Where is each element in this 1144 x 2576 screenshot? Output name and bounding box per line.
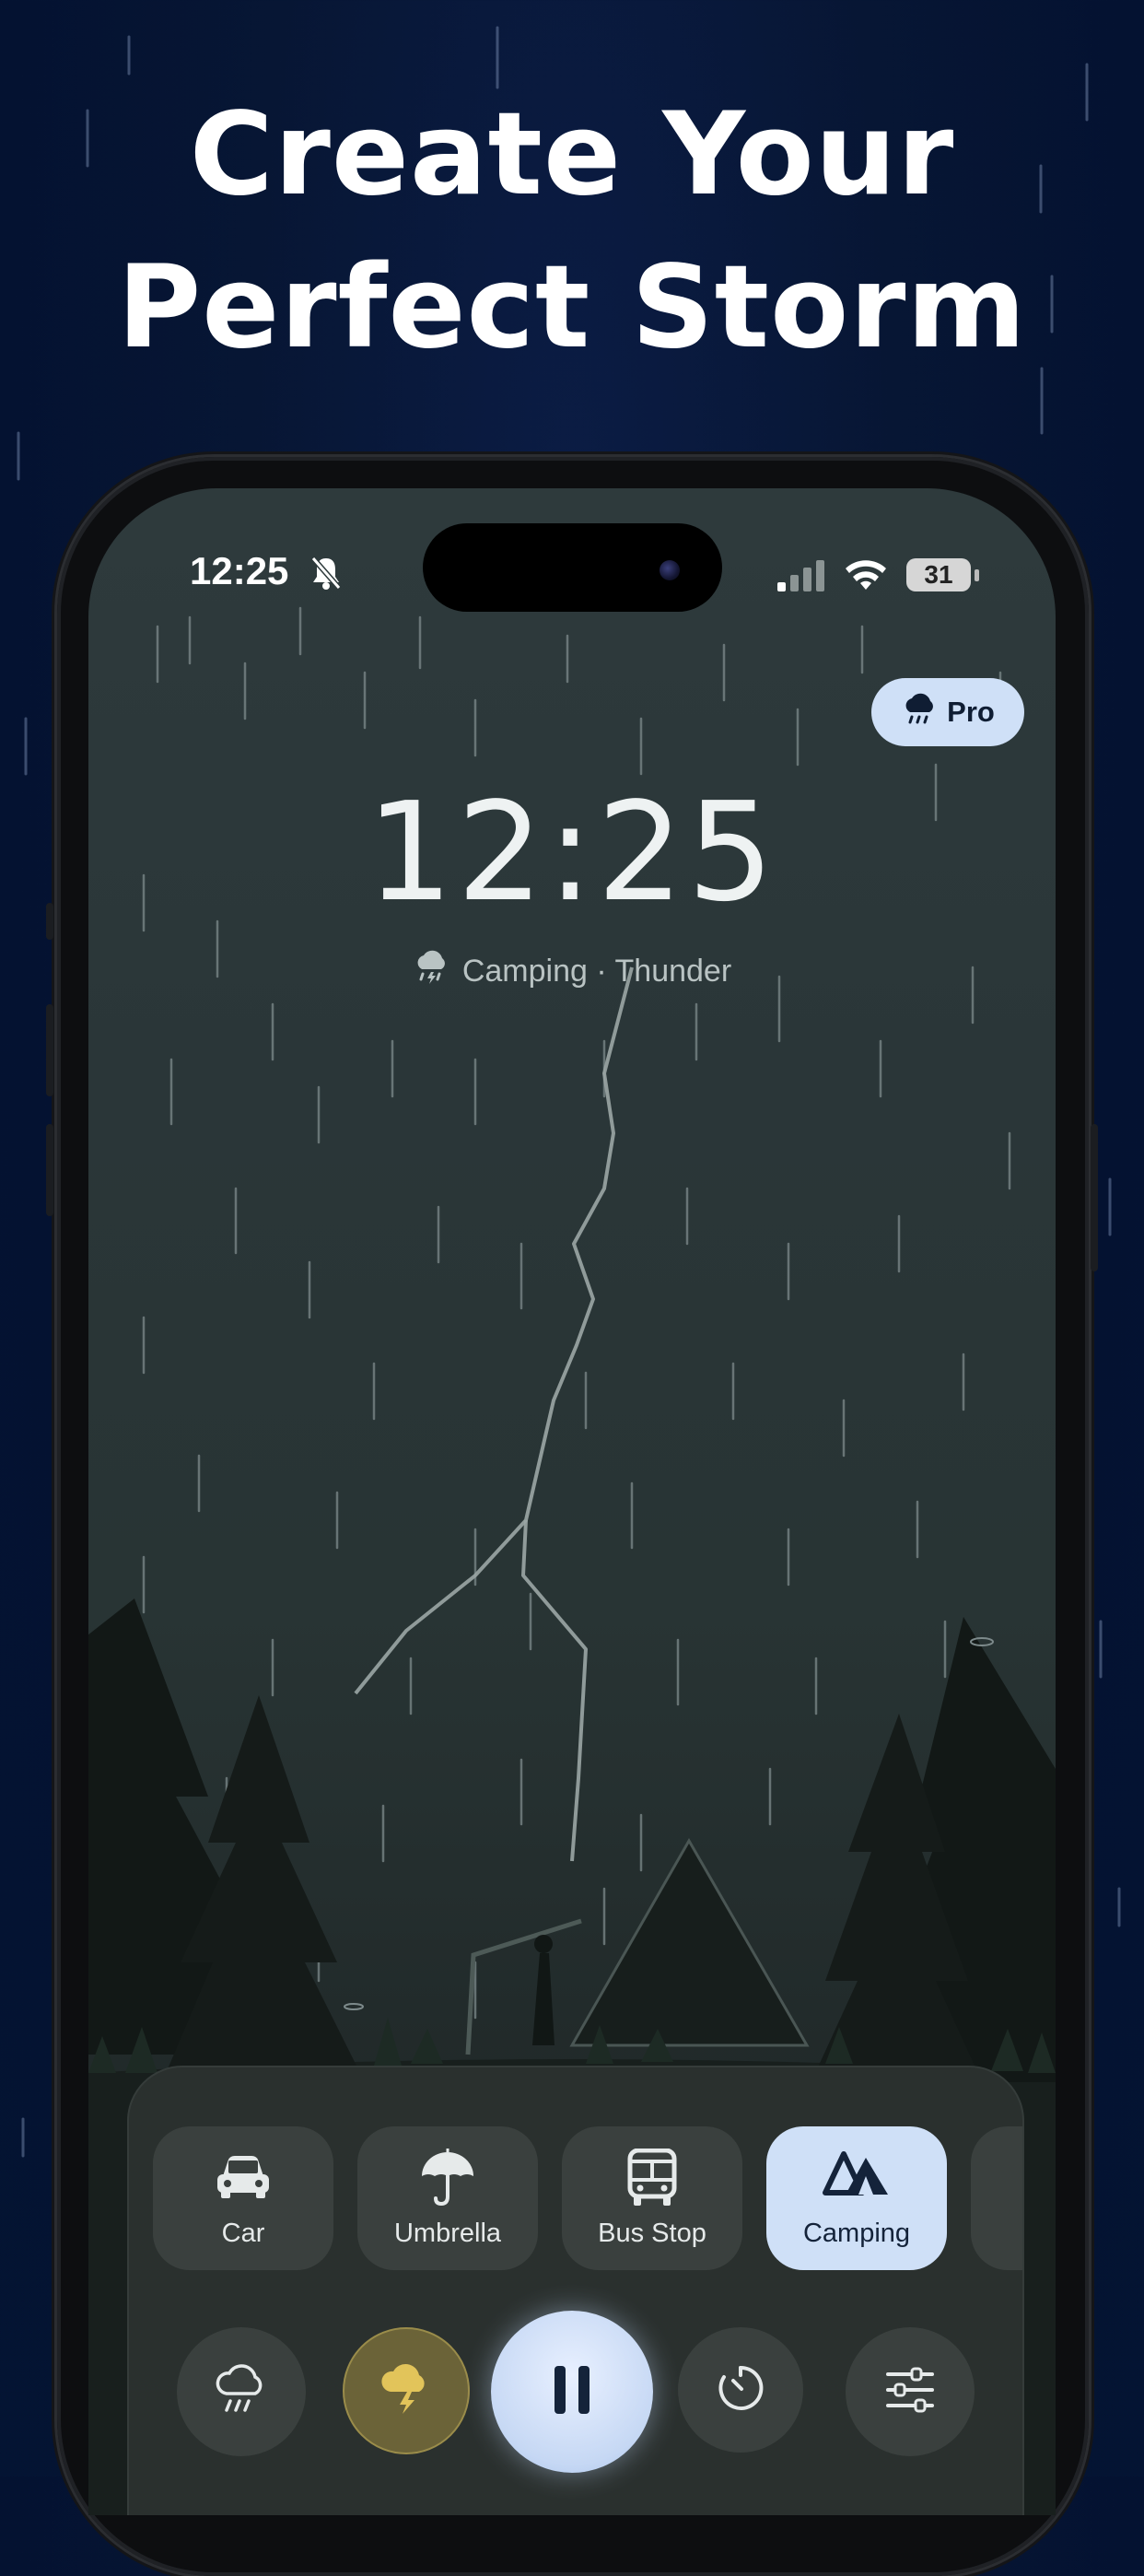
tent-icon bbox=[822, 2149, 892, 2207]
cellular-signal-icon bbox=[777, 560, 831, 598]
headline: Create Your Perfect Storm bbox=[0, 78, 1144, 384]
pause-icon bbox=[549, 2362, 595, 2422]
thunderstorm-icon bbox=[413, 949, 449, 994]
mixer-button[interactable] bbox=[846, 2327, 975, 2456]
scene-car[interactable]: Car bbox=[153, 2126, 333, 2270]
pro-button[interactable]: Pro bbox=[871, 678, 1024, 746]
timer-button[interactable] bbox=[678, 2327, 803, 2453]
scene-next-label: C bbox=[971, 2219, 1022, 2249]
scene-umbrella[interactable]: Umbrella bbox=[357, 2126, 538, 2270]
scene-subtitle: Camping · Thunder bbox=[88, 949, 1056, 994]
pause-button[interactable] bbox=[491, 2311, 653, 2473]
scene-camping[interactable]: Camping bbox=[766, 2126, 947, 2270]
battery-tip bbox=[975, 569, 979, 581]
rain-control-button[interactable] bbox=[177, 2327, 306, 2456]
phone-volume-up bbox=[46, 1004, 53, 1096]
pro-button-label: Pro bbox=[947, 696, 995, 728]
wifi-icon bbox=[844, 558, 888, 598]
phone-volume-down bbox=[46, 1124, 53, 1216]
thunder-control-button[interactable] bbox=[343, 2327, 470, 2454]
scene-umbrella-label: Umbrella bbox=[393, 2219, 502, 2248]
bell-slash-icon bbox=[309, 555, 343, 596]
lock-screen-clock: 12:25 bbox=[366, 773, 778, 931]
scene-subtitle-text: Camping · Thunder bbox=[461, 954, 732, 989]
status-time: 12:25 bbox=[190, 549, 289, 592]
car-icon bbox=[214, 2149, 273, 2207]
cloud-lightning-icon bbox=[378, 2360, 435, 2422]
scene-bus-stop-label: Bus Stop bbox=[598, 2219, 706, 2248]
scene-selector: Car Umbrella Bus Stop Camping bbox=[153, 2126, 1022, 2274]
scene-bus-stop[interactable]: Bus Stop bbox=[562, 2126, 742, 2270]
sliders-icon bbox=[884, 2367, 936, 2418]
battery-icon: 31 bbox=[906, 558, 971, 591]
headline-line-1: Create Your bbox=[189, 88, 955, 221]
scene-camping-label: Camping bbox=[802, 2219, 911, 2248]
umbrella-icon bbox=[418, 2149, 477, 2207]
timer-icon bbox=[715, 2362, 766, 2418]
headline-line-2: Perfect Storm bbox=[117, 241, 1027, 374]
front-camera bbox=[660, 560, 680, 580]
app-screen: 12:25 31 Pro 12:25 Camping · Thunder Car… bbox=[88, 488, 1056, 2515]
bus-icon bbox=[625, 2148, 680, 2207]
cloud-rain-icon bbox=[214, 2362, 269, 2422]
phone-power-button bbox=[1091, 1124, 1098, 1271]
scene-next-partial[interactable]: C bbox=[971, 2126, 1022, 2270]
phone-side-button bbox=[46, 903, 53, 940]
scene-car-label: Car bbox=[221, 2219, 265, 2248]
cloud-rain-icon bbox=[901, 690, 938, 734]
